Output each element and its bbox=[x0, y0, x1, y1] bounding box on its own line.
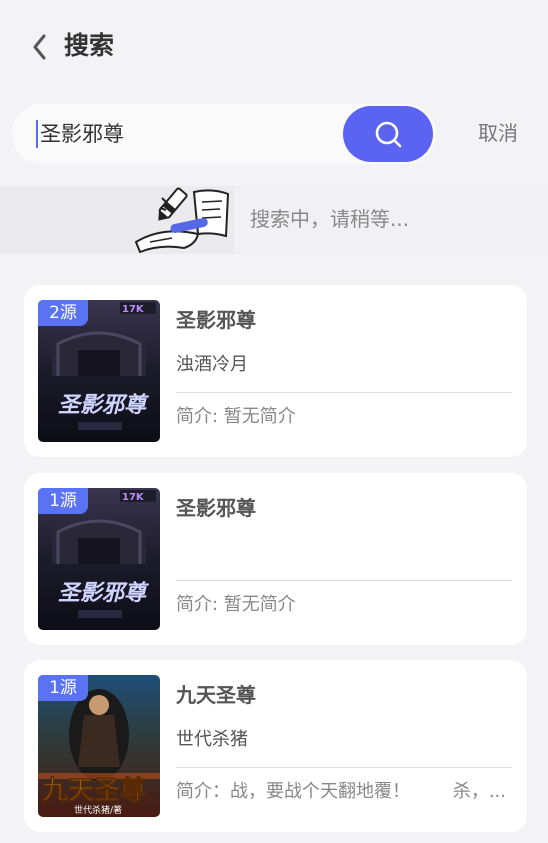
cover-author-text: 世代杀猪/著 bbox=[74, 804, 122, 816]
divider bbox=[176, 580, 512, 581]
divider bbox=[176, 767, 512, 768]
book-intro: 简介: 暂无简介 bbox=[176, 594, 296, 615]
result-card[interactable]: 17K 圣影邪尊 2源 圣影邪尊 浊酒冷月 简介: 暂无简介 bbox=[24, 285, 527, 457]
book-author: 世代杀猪 bbox=[176, 729, 248, 750]
cover-title-text: 圣影邪尊 bbox=[58, 580, 149, 606]
writing-scroll-icon bbox=[134, 187, 230, 254]
source-badge: 1源 bbox=[38, 675, 88, 701]
result-card[interactable]: 17K 圣影邪尊 1源 圣影邪尊 简介: 暂无简介 bbox=[24, 473, 527, 645]
book-title: 圣影邪尊 bbox=[176, 308, 256, 332]
back-arrow-icon[interactable] bbox=[28, 32, 52, 62]
page-title: 搜索 bbox=[64, 31, 115, 60]
svg-text:17K: 17K bbox=[122, 492, 145, 503]
book-title: 圣影邪尊 bbox=[176, 496, 256, 520]
intro-text: 简介：战，要战个天翻地覆！ bbox=[176, 781, 410, 802]
search-button[interactable] bbox=[343, 106, 433, 162]
search-bar bbox=[12, 104, 436, 164]
cover-title-text: 九天圣尊 bbox=[41, 775, 146, 806]
search-icon bbox=[375, 121, 402, 148]
header: 搜索 bbox=[0, 0, 548, 92]
intro-text-tail: 杀，... bbox=[452, 781, 506, 802]
svg-text:17K: 17K bbox=[122, 304, 145, 315]
status-text: 搜索中，请稍等... bbox=[250, 207, 410, 231]
book-title: 九天圣尊 bbox=[176, 683, 256, 707]
source-badge: 2源 bbox=[38, 300, 88, 326]
book-author: 浊酒冷月 bbox=[176, 354, 248, 375]
book-intro: 简介：战，要战个天翻地覆！ 杀，... bbox=[176, 778, 512, 806]
book-intro: 简介: 暂无简介 bbox=[176, 406, 296, 427]
cover-title-text: 圣影邪尊 bbox=[58, 392, 149, 418]
divider bbox=[176, 392, 512, 393]
source-badge: 1源 bbox=[38, 488, 88, 514]
result-card[interactable]: 九天圣尊 世代杀猪/著 1源 九天圣尊 世代杀猪 简介：战，要战个天翻地覆！ 杀… bbox=[24, 660, 527, 832]
cancel-button[interactable]: 取消 bbox=[478, 118, 518, 148]
search-input[interactable] bbox=[36, 120, 340, 148]
